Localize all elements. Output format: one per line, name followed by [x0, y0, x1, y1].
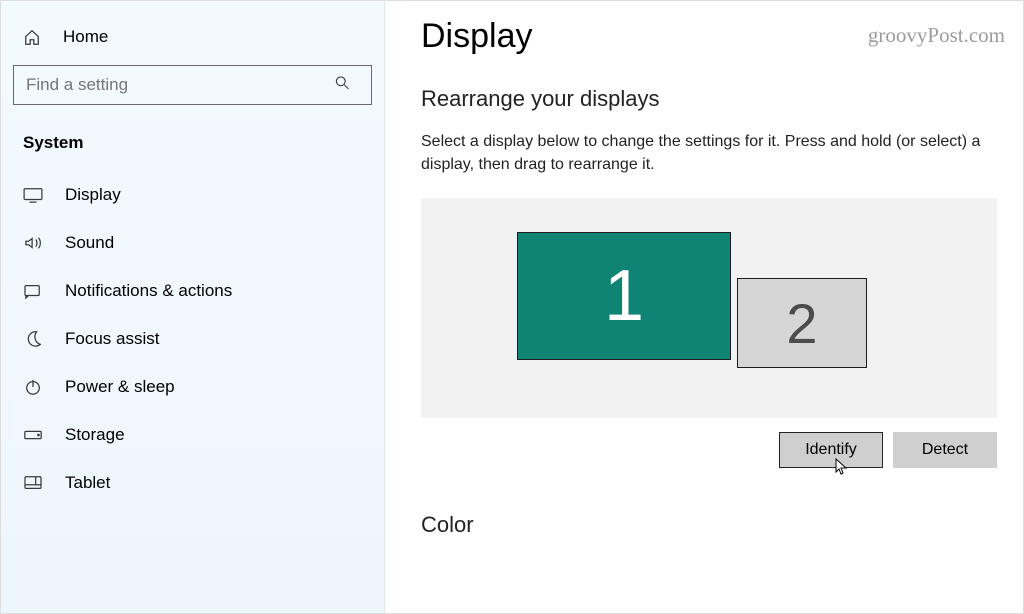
main-content: groovyPost.com Display Rearrange your di… [385, 1, 1023, 613]
rearrange-title: Rearrange your displays [421, 86, 997, 112]
home-icon [23, 28, 41, 46]
sidebar-item-label: Sound [65, 233, 114, 253]
storage-icon [23, 425, 43, 445]
sidebar-item-label: Notifications & actions [65, 281, 232, 301]
power-icon [23, 377, 43, 397]
display-buttons: Identify Detect [421, 432, 997, 468]
watermark: groovyPost.com [868, 23, 1005, 48]
sidebar-item-tablet[interactable]: Tablet [1, 459, 384, 507]
home-label: Home [63, 27, 108, 47]
home-nav[interactable]: Home [1, 17, 384, 57]
sidebar-item-notifications[interactable]: Notifications & actions [1, 267, 384, 315]
sidebar-item-label: Display [65, 185, 121, 205]
sidebar-item-label: Focus assist [65, 329, 159, 349]
nav-list: Display Sound Notifications & actions Fo… [1, 171, 384, 507]
sidebar-item-label: Power & sleep [65, 377, 175, 397]
settings-window: Home System Display Soun [0, 0, 1024, 614]
notifications-icon [23, 281, 43, 301]
sidebar-item-power-sleep[interactable]: Power & sleep [1, 363, 384, 411]
identify-button[interactable]: Identify [779, 432, 883, 468]
color-section-title: Color [421, 512, 997, 538]
search-input[interactable] [13, 65, 372, 105]
sidebar-item-label: Storage [65, 425, 125, 445]
sidebar-item-display[interactable]: Display [1, 171, 384, 219]
sidebar-item-label: Tablet [65, 473, 110, 493]
tablet-icon [23, 473, 43, 493]
sound-icon [23, 233, 43, 253]
sidebar-item-focus-assist[interactable]: Focus assist [1, 315, 384, 363]
monitor-number: 1 [604, 255, 644, 337]
detect-button[interactable]: Detect [893, 432, 997, 468]
moon-icon [23, 329, 43, 349]
category-label: System [1, 123, 384, 171]
monitor-1[interactable]: 1 [517, 232, 731, 360]
rearrange-description: Select a display below to change the set… [421, 130, 997, 176]
sidebar-item-storage[interactable]: Storage [1, 411, 384, 459]
sidebar: Home System Display Soun [1, 1, 385, 613]
display-arrangement-canvas[interactable]: 1 2 [421, 198, 997, 418]
sidebar-item-sound[interactable]: Sound [1, 219, 384, 267]
monitor-2[interactable]: 2 [737, 278, 867, 368]
monitor-number: 2 [786, 291, 817, 356]
display-icon [23, 185, 43, 205]
cursor-icon [835, 458, 849, 481]
search-wrap [1, 57, 384, 123]
